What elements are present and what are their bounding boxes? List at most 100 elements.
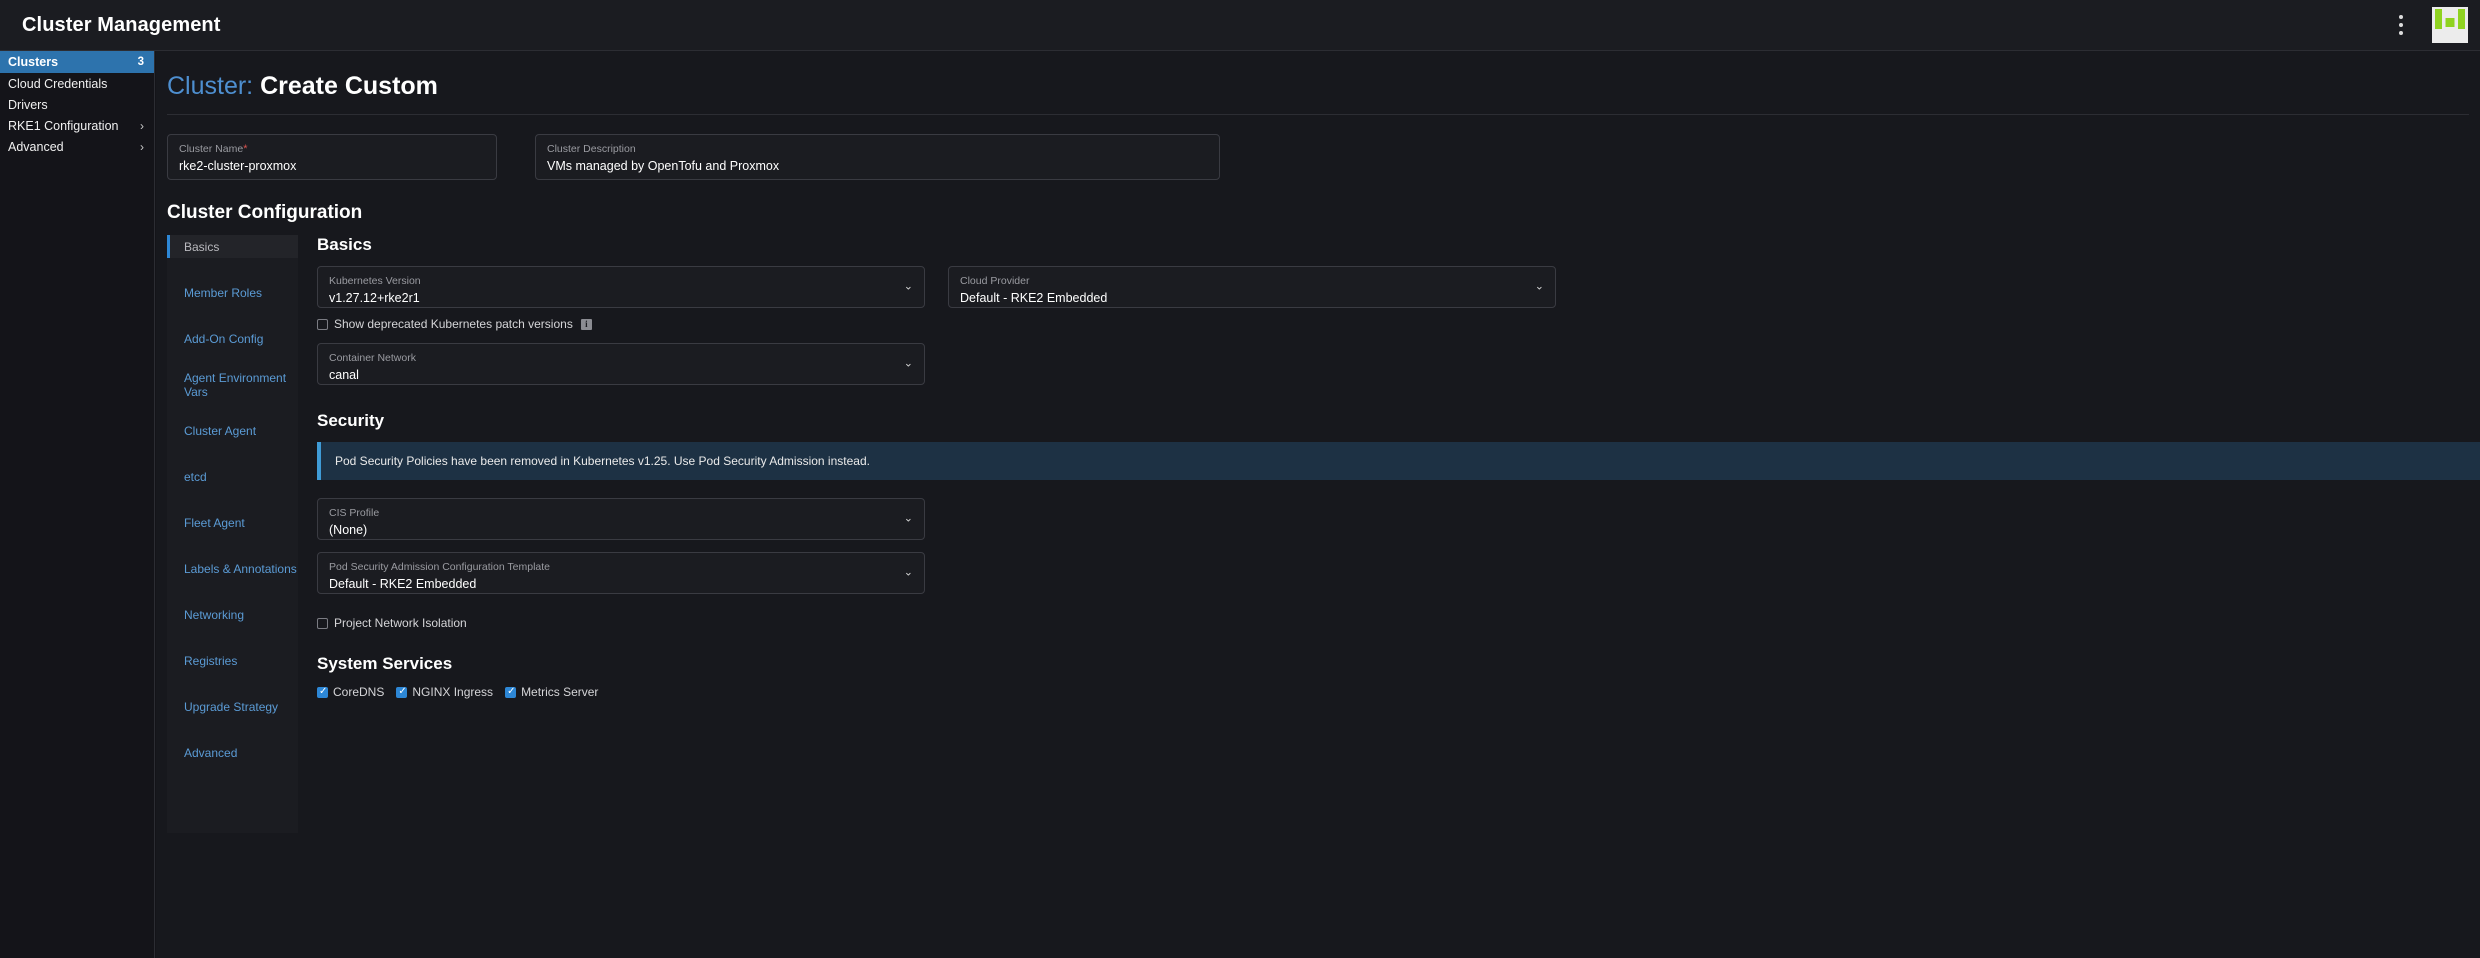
cluster-description-field[interactable]: Cluster Description VMs managed by OpenT… (535, 134, 1220, 180)
coredns-checkbox[interactable] (317, 686, 328, 698)
cluster-name-value: rke2-cluster-proxmox (179, 159, 297, 173)
kebab-dot (2399, 31, 2403, 35)
chevron-down-icon[interactable]: ⌄ (904, 281, 913, 293)
tab-gap (167, 396, 298, 419)
cluster-name-label: Cluster Name* (179, 143, 248, 155)
sidebar-item-label: Advanced (8, 139, 64, 154)
cluster-identity-row: Cluster Name* rke2-cluster-proxmox Clust… (167, 134, 2480, 180)
cis-profile-select[interactable]: CIS Profile (None) ⌄ (317, 498, 925, 540)
system-service-nginx-ingress[interactable]: NGINX Ingress (396, 685, 493, 699)
cluster-name-field[interactable]: Cluster Name* rke2-cluster-proxmox (167, 134, 497, 180)
tab-gap (167, 580, 298, 603)
system-services-row: CoreDNS NGINX Ingress Metrics Server (317, 685, 2480, 699)
coredns-label: CoreDNS (333, 685, 385, 699)
logo-bar-left (2435, 9, 2442, 29)
chevron-down-icon[interactable]: ⌄ (904, 513, 913, 525)
sidebar-item-label: RKE1 Configuration (8, 118, 119, 133)
tab-labels-annotations[interactable]: Labels & Annotations (167, 557, 298, 580)
rancher-logo-icon[interactable] (2432, 7, 2468, 43)
tab-gap (167, 672, 298, 695)
tab-basics[interactable]: Basics (167, 235, 298, 258)
cluster-configuration-heading: Cluster Configuration (167, 202, 363, 223)
tab-networking[interactable]: Networking (167, 603, 298, 626)
container-network-label: Container Network (329, 352, 416, 364)
metrics-server-label: Metrics Server (521, 685, 599, 699)
sidebar-item-advanced[interactable]: Advanced › (0, 136, 154, 157)
nginx-ingress-label: NGINX Ingress (412, 685, 494, 699)
tab-gap (167, 304, 298, 327)
show-deprecated-versions-row[interactable]: Show deprecated Kubernetes patch version… (317, 317, 925, 331)
tab-gap (167, 534, 298, 557)
cloud-provider-label: Cloud Provider (960, 275, 1030, 287)
tab-gap (167, 764, 298, 787)
sidebar-item-count: 3 (137, 56, 144, 68)
pod-security-policy-banner: Pod Security Policies have been removed … (317, 442, 2480, 480)
chevron-right-icon: › (140, 139, 144, 154)
chevron-down-icon[interactable]: ⌄ (904, 567, 913, 579)
pod-security-admission-template-select[interactable]: Pod Security Admission Configuration Tem… (317, 552, 925, 594)
cluster-description-value: VMs managed by OpenTofu and Proxmox (547, 159, 780, 173)
tab-add-on-config[interactable]: Add-On Config (167, 327, 298, 350)
metrics-server-checkbox[interactable] (505, 686, 517, 698)
system-service-metrics-server[interactable]: Metrics Server (505, 685, 598, 699)
nginx-ingress-checkbox[interactable] (396, 686, 408, 698)
system-service-coredns[interactable]: CoreDNS (317, 685, 384, 699)
project-network-isolation-row[interactable]: Project Network Isolation (317, 616, 2480, 630)
show-deprecated-versions-checkbox[interactable] (317, 318, 328, 330)
cloud-provider-value: Default - RKE2 Embedded (960, 291, 1108, 305)
title-divider (167, 114, 2469, 115)
required-marker: * (243, 143, 248, 155)
app-title: Cluster Management (22, 13, 221, 36)
system-services-heading: System Services (317, 654, 453, 673)
cluster-configuration-section: Basics Member Roles Add-On Config Agent … (167, 235, 2480, 833)
page-title-prefix: Cluster: (167, 72, 254, 100)
page-title: Cluster: Create Custom (167, 72, 2480, 101)
sidebar-nav-list: Clusters 3 Cloud Credentials Drivers RKE… (0, 51, 154, 157)
pod-security-admission-template-label: Pod Security Admission Configuration Tem… (329, 561, 551, 573)
basics-right-column: Cloud Provider Default - RKE2 Embedded ⌄ (948, 266, 2480, 385)
tab-member-roles[interactable]: Member Roles (167, 281, 298, 304)
show-deprecated-versions-label: Show deprecated Kubernetes patch version… (334, 317, 573, 331)
logo-center-square (2445, 18, 2455, 27)
container-network-select[interactable]: Container Network canal ⌄ (317, 343, 925, 385)
tab-gap (167, 258, 298, 281)
sidebar-item-cloud-credentials[interactable]: Cloud Credentials (0, 73, 154, 94)
kebab-dot (2399, 23, 2403, 27)
sidebar-item-drivers[interactable]: Drivers (0, 94, 154, 115)
security-heading: Security (317, 411, 385, 430)
sidebar-item-clusters[interactable]: Clusters 3 (0, 51, 154, 73)
chevron-right-icon: › (140, 118, 144, 133)
sidebar-item-label: Cloud Credentials (8, 76, 108, 91)
top-bar: Cluster Management (0, 0, 2480, 51)
project-network-isolation-checkbox[interactable] (317, 617, 328, 629)
kebab-menu-icon[interactable] (2384, 8, 2418, 42)
tab-etcd[interactable]: etcd (167, 465, 298, 488)
cloud-provider-select[interactable]: Cloud Provider Default - RKE2 Embedded ⌄ (948, 266, 1556, 308)
sidebar-item-rke1-configuration[interactable]: RKE1 Configuration › (0, 115, 154, 136)
tab-registries[interactable]: Registries (167, 649, 298, 672)
basics-top-row: Kubernetes Version v1.27.12+rke2r1 ⌄ Sho… (317, 266, 2480, 385)
tab-agent-environment-vars[interactable]: Agent Environment Vars (167, 371, 298, 399)
info-icon[interactable]: i (580, 318, 592, 330)
kubernetes-version-select[interactable]: Kubernetes Version v1.27.12+rke2r1 ⌄ (317, 266, 925, 308)
top-bar-actions (2384, 0, 2480, 50)
tab-gap (167, 442, 298, 465)
chevron-down-icon[interactable]: ⌄ (904, 358, 913, 370)
logo-bar-right (2458, 9, 2465, 29)
page-title-name: Create Custom (260, 72, 438, 100)
tab-upgrade-strategy[interactable]: Upgrade Strategy (167, 695, 298, 718)
container-network-value: canal (329, 368, 359, 382)
cluster-description-label: Cluster Description (547, 143, 636, 155)
chevron-down-icon[interactable]: ⌄ (1535, 281, 1544, 293)
kebab-dot (2399, 15, 2403, 19)
kubernetes-version-label: Kubernetes Version (329, 275, 421, 287)
tab-gap (167, 810, 298, 833)
sidebar-item-label: Clusters (8, 55, 59, 69)
tab-panel-basics: Basics Kubernetes Version v1.27.12+rke2r… (298, 235, 2480, 833)
sidebar: Clusters 3 Cloud Credentials Drivers RKE… (0, 51, 155, 958)
tab-gap (167, 626, 298, 649)
tab-fleet-agent[interactable]: Fleet Agent (167, 511, 298, 534)
cis-profile-label: CIS Profile (329, 507, 380, 519)
tab-advanced[interactable]: Advanced (167, 741, 298, 764)
tab-cluster-agent[interactable]: Cluster Agent (167, 419, 298, 442)
